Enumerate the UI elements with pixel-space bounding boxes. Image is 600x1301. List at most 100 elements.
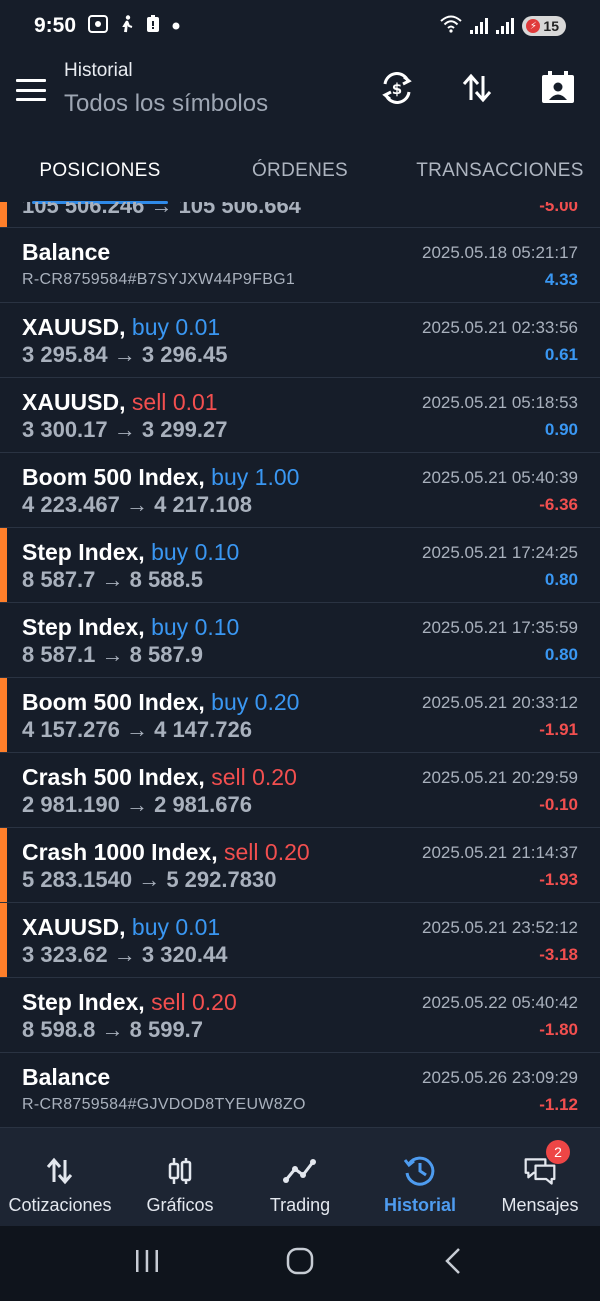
quotes-icon bbox=[43, 1154, 77, 1188]
back-button[interactable] bbox=[423, 1239, 483, 1289]
nav-history[interactable]: Historial bbox=[360, 1128, 480, 1226]
row-symbol: Boom 500 Index, bbox=[22, 689, 205, 715]
currency-exchange-icon: $ bbox=[379, 70, 415, 111]
row-side-label: sell bbox=[211, 764, 246, 790]
row-title: Balance bbox=[22, 239, 110, 266]
tab-orders[interactable]: ÓRDENES bbox=[200, 140, 400, 202]
row-volume: 0.01 bbox=[172, 389, 218, 415]
menu-icon-bar bbox=[16, 88, 46, 92]
row-volume: 0.10 bbox=[194, 539, 240, 565]
row-title: XAUUSD, sell 0.01 bbox=[22, 389, 218, 416]
signal-icon-2 bbox=[496, 18, 515, 34]
menu-icon-bar bbox=[16, 98, 46, 101]
row-prices: 8 587.1 → 8 587.9 bbox=[22, 642, 204, 667]
row-marker bbox=[0, 202, 7, 227]
list-item[interactable]: Boom 500 Index, buy 1.00 4 223.467 → 4 21… bbox=[0, 453, 600, 528]
row-side-label: sell bbox=[224, 839, 259, 865]
row-time: 2025.05.22 05:40:42 bbox=[422, 993, 578, 1012]
nav-quotes[interactable]: Cotizaciones bbox=[0, 1128, 120, 1226]
row-marker bbox=[0, 903, 7, 977]
calendar-button[interactable] bbox=[538, 70, 578, 110]
notification-icon bbox=[146, 14, 160, 38]
list-item[interactable]: XAUUSD, buy 0.01 3 323.62 → 3 320.44 2025.… bbox=[0, 903, 600, 978]
row-title: XAUUSD, buy 0.01 bbox=[22, 314, 220, 341]
row-volume: 1.00 bbox=[254, 464, 300, 490]
row-profit: 0.80 bbox=[544, 570, 578, 589]
row-side: sell 0.20 bbox=[145, 989, 237, 1015]
row-volume: 0.20 bbox=[252, 764, 297, 790]
list-item[interactable]: Balance R-CR8759584#B7SYJXW44P9FBG1 2025.0… bbox=[0, 228, 600, 303]
row-side: buy 0.01 bbox=[126, 914, 221, 940]
row-comment: R-CR8759584#B7SYJXW44P9FBG1 bbox=[22, 271, 296, 288]
list-item[interactable]: Crash 1000 Index, sell 0.20 5 283.1540 → … bbox=[0, 828, 600, 903]
row-side-label: buy bbox=[211, 464, 249, 490]
row-side: buy 1.00 bbox=[205, 464, 300, 490]
row-side: buy 0.10 bbox=[145, 539, 240, 565]
row-profit: -5.00 bbox=[539, 202, 578, 215]
list-item[interactable]: Step Index, buy 0.10 8 587.1 → 8 587.9 202… bbox=[0, 603, 600, 678]
list-item[interactable]: Step Index, sell 0.20 8 598.8 → 8 599.7 20… bbox=[0, 978, 600, 1053]
row-time: 2025.05.21 17:35:59 bbox=[422, 618, 578, 637]
list-item[interactable]: Balance R-CR8759584#GJVDOD8TYEUW8ZO 2025.0… bbox=[0, 1053, 600, 1128]
list-item[interactable]: Crash 500 Index, sell 0.20 2 981.190 → 2 … bbox=[0, 753, 600, 828]
menu-button[interactable] bbox=[16, 79, 46, 101]
row-symbol: Balance bbox=[22, 239, 111, 265]
recent-apps-icon bbox=[133, 1248, 161, 1279]
row-title: Step Index, sell 0.20 bbox=[22, 989, 237, 1016]
home-button[interactable] bbox=[270, 1239, 330, 1289]
charts-icon bbox=[163, 1154, 197, 1188]
row-side-label: buy bbox=[151, 614, 189, 640]
bottom-navigation: Cotizaciones Gráficos Trading Historial … bbox=[0, 1128, 600, 1226]
nav-trading[interactable]: Trading bbox=[240, 1128, 360, 1226]
recent-apps-button[interactable] bbox=[117, 1239, 177, 1289]
row-volume: 0.01 bbox=[175, 914, 221, 940]
row-side: buy 0.01 bbox=[126, 314, 221, 340]
messages-badge: 2 bbox=[546, 1140, 570, 1164]
row-time: 2025.05.21 20:33:12 bbox=[422, 693, 578, 712]
symbol-filter[interactable]: Todos los símbolos bbox=[64, 90, 268, 118]
screen-capture-icon bbox=[88, 14, 109, 38]
row-title: Boom 500 Index, buy 0.20 bbox=[22, 689, 299, 716]
page-title: Historial bbox=[64, 60, 133, 81]
row-symbol: XAUUSD, bbox=[22, 389, 126, 415]
row-volume: 0.20 bbox=[254, 689, 300, 715]
row-profit: -3.18 bbox=[539, 945, 578, 964]
positions-list[interactable]: 105 506.246 → 105 506.664 -5.00 Balance R… bbox=[0, 202, 600, 1128]
list-item[interactable]: Step Index, buy 0.10 8 587.7 → 8 588.5 202… bbox=[0, 528, 600, 603]
row-side-label: buy bbox=[131, 914, 169, 940]
row-profit: -1.91 bbox=[539, 720, 578, 739]
row-time: 2025.05.21 05:40:39 bbox=[422, 468, 578, 487]
list-item-partial[interactable]: 105 506.246 → 105 506.664 -5.00 bbox=[0, 202, 600, 228]
calendar-user-icon bbox=[539, 69, 577, 112]
row-volume: 0.01 bbox=[175, 314, 221, 340]
app-header: Historial Todos los símbolos $ bbox=[0, 52, 600, 140]
row-volume: 0.20 bbox=[264, 839, 310, 865]
list-item[interactable]: XAUUSD, buy 0.01 3 295.84 → 3 296.45 2025.… bbox=[0, 303, 600, 378]
row-side: buy 0.20 bbox=[205, 689, 300, 715]
tab-transactions[interactable]: TRANSACCIONES bbox=[400, 140, 600, 202]
currency-exchange-button[interactable]: $ bbox=[377, 70, 417, 110]
row-profit: 0.80 bbox=[544, 645, 578, 664]
wifi-icon bbox=[440, 15, 463, 38]
list-item[interactable]: Boom 500 Index, buy 0.20 4 157.276 → 4 14… bbox=[0, 678, 600, 753]
list-item[interactable]: XAUUSD, sell 0.01 3 300.17 → 3 299.27 2025… bbox=[0, 378, 600, 453]
history-tabs: POSICIONES ÓRDENES TRANSACCIONES bbox=[0, 140, 600, 204]
nav-trading-label: Trading bbox=[269, 1195, 331, 1215]
row-comment: R-CR8759584#GJVDOD8TYEUW8ZO bbox=[22, 1096, 306, 1113]
tab-positions[interactable]: POSICIONES bbox=[0, 140, 200, 204]
signal-icon bbox=[470, 18, 489, 34]
nav-charts[interactable]: Gráficos bbox=[120, 1128, 240, 1226]
row-profit: -1.80 bbox=[539, 1020, 578, 1039]
nav-quotes-label: Cotizaciones bbox=[8, 1195, 112, 1215]
row-volume: 0.20 bbox=[192, 989, 237, 1015]
row-title: Boom 500 Index, buy 1.00 bbox=[22, 464, 299, 491]
row-time: 2025.05.18 05:21:17 bbox=[422, 243, 578, 262]
row-time: 2025.05.21 20:29:59 bbox=[422, 768, 578, 787]
row-symbol: XAUUSD, bbox=[22, 914, 126, 940]
row-time: 2025.05.21 02:33:56 bbox=[422, 318, 578, 337]
sort-button[interactable] bbox=[457, 70, 497, 110]
row-prices: 3 300.17 → 3 299.27 bbox=[22, 417, 228, 442]
row-side: sell 0.20 bbox=[205, 764, 297, 790]
menu-icon-bar bbox=[16, 79, 46, 82]
nav-messages[interactable]: 2 Mensajes bbox=[480, 1128, 600, 1226]
